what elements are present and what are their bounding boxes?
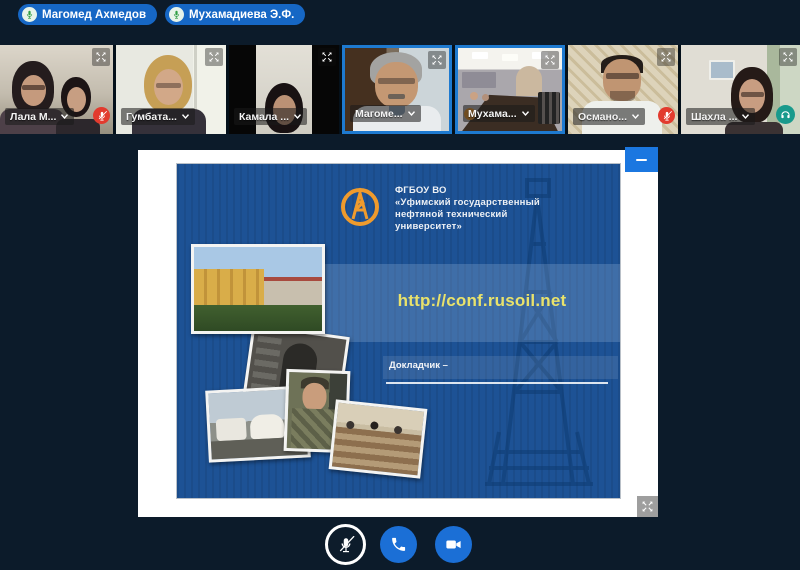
mic-toggle-button[interactable]	[325, 524, 366, 565]
participant-tile[interactable]: Османо...	[568, 45, 678, 134]
participant-tile-active[interactable]: Магоме...	[342, 45, 452, 134]
speaker-underline	[386, 382, 608, 384]
chevron-down-icon	[407, 110, 416, 117]
presentation-slide: ФГБОУ ВО «Уфимский государственный нефтя…	[176, 163, 621, 499]
camera-toggle-button[interactable]	[435, 526, 472, 563]
mic-muted-icon	[93, 107, 110, 124]
expand-icon[interactable]	[318, 48, 336, 66]
speaking-badges: Магомед Ахмедов Мухамадиева Э.Ф.	[18, 4, 305, 25]
participant-tile-active[interactable]: Мухама...	[455, 45, 565, 134]
conference-app: Магомед Ахмедов Мухамадиева Э.Ф. Лала М.…	[0, 0, 800, 570]
university-logo	[339, 186, 381, 228]
chevron-down-icon	[181, 113, 190, 120]
photo-classroom	[329, 399, 428, 478]
participant-name-label[interactable]: Шахла ...	[686, 108, 755, 125]
headphones-icon	[776, 105, 795, 124]
microphone-icon	[169, 7, 184, 22]
expand-icon[interactable]	[657, 48, 675, 66]
participant-name-label[interactable]: Магоме...	[350, 105, 421, 122]
camera-icon	[444, 535, 463, 554]
photo-university-building	[191, 244, 325, 334]
participant-tile[interactable]: Гумбата...	[116, 45, 226, 134]
participant-tile[interactable]: Камала ...	[229, 45, 339, 134]
expand-icon[interactable]	[428, 51, 446, 69]
speaker-name: Магомед Ахмедов	[42, 9, 146, 21]
participant-name-label[interactable]: Османо...	[573, 108, 645, 125]
participant-name-label[interactable]: Камала ...	[234, 108, 307, 125]
expand-icon[interactable]	[779, 48, 797, 66]
screen-share-panel: ФГБОУ ВО «Уфимский государственный нефтя…	[138, 150, 658, 517]
call-button[interactable]	[380, 526, 417, 563]
minimize-button[interactable]	[625, 147, 658, 172]
participant-name-label[interactable]: Мухама...	[463, 105, 535, 122]
participant-tile[interactable]: Шахла ...	[681, 45, 800, 134]
participant-name-label[interactable]: Гумбата...	[121, 108, 195, 125]
phone-icon	[390, 536, 407, 553]
chevron-down-icon	[521, 110, 530, 117]
participant-tile[interactable]: Лала М...	[0, 45, 113, 134]
conference-url: http://conf.rusoil.net	[367, 291, 597, 311]
mic-muted-icon	[658, 107, 675, 124]
expand-icon[interactable]	[541, 51, 559, 69]
chevron-down-icon	[631, 113, 640, 120]
resize-handle[interactable]	[637, 496, 658, 517]
chevron-down-icon	[293, 113, 302, 120]
speaker-badge[interactable]: Мухамадиева Э.Ф.	[165, 4, 305, 25]
participant-name-label[interactable]: Лала М...	[5, 108, 74, 125]
speaker-badge[interactable]: Магомед Ахмедов	[18, 4, 157, 25]
microphone-icon	[22, 7, 37, 22]
chevron-down-icon	[741, 113, 750, 120]
expand-arrows-icon	[641, 500, 654, 513]
expand-icon[interactable]	[205, 48, 223, 66]
mic-muted-icon	[337, 536, 355, 554]
speaker-label: Докладчик –	[389, 360, 448, 371]
chevron-down-icon	[60, 113, 69, 120]
expand-icon[interactable]	[92, 48, 110, 66]
video-strip: Лала М... Гумбата... Камала ... Магоме..…	[0, 45, 800, 134]
organization-name: ФГБОУ ВО «Уфимский государственный нефтя…	[395, 185, 540, 233]
minimize-icon	[636, 159, 647, 161]
speaker-name: Мухамадиева Э.Ф.	[189, 9, 294, 21]
